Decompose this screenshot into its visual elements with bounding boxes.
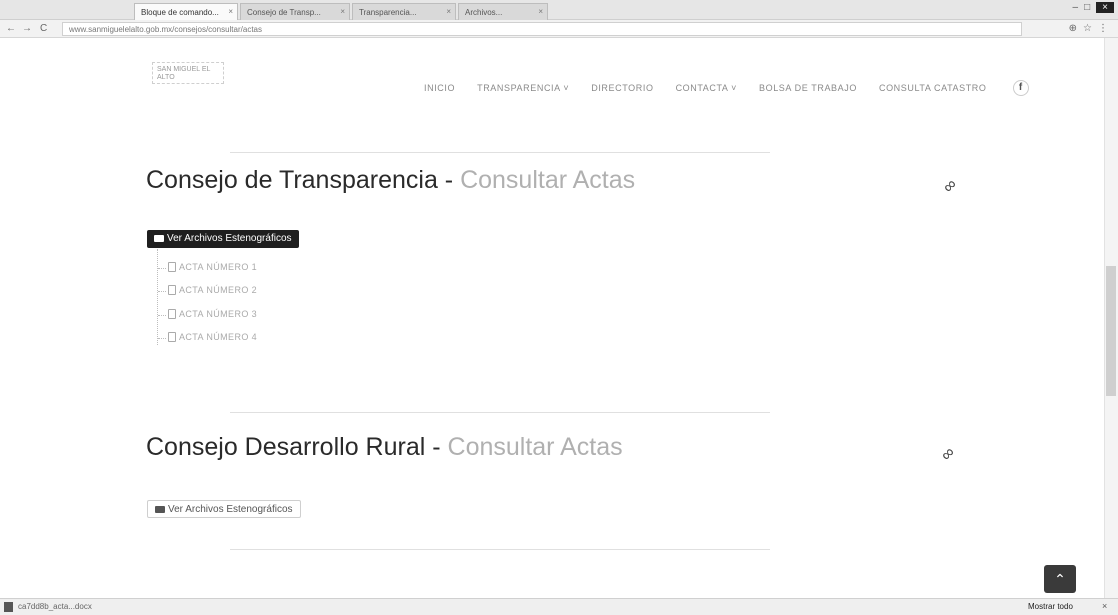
- tab-title: Transparencia...: [359, 8, 417, 17]
- bookmark-star-icon[interactable]: ☆: [1083, 23, 1092, 34]
- tab-close-icon[interactable]: ×: [340, 7, 345, 16]
- zoom-icon[interactable]: ⊕: [1069, 23, 1077, 34]
- divider: [230, 152, 770, 153]
- close-icon[interactable]: ×: [1102, 601, 1107, 611]
- minimize-icon[interactable]: –: [1073, 2, 1079, 13]
- document-icon: [168, 332, 176, 342]
- window-controls: – □ ×: [1073, 2, 1114, 13]
- file-icon: [4, 602, 13, 612]
- divider: [230, 549, 770, 550]
- back-icon[interactable]: ←: [6, 23, 16, 34]
- document-icon: [168, 309, 176, 319]
- section-title-transparencia: Consejo de Transparencia - Consultar Act…: [146, 166, 635, 195]
- folder-ver-archivos-estenograficos[interactable]: Ver Archivos Estenográficos: [147, 500, 301, 518]
- menu-icon[interactable]: ⋮: [1098, 23, 1108, 34]
- reload-icon[interactable]: C: [40, 23, 47, 34]
- link-icon[interactable]: ∞: [937, 443, 960, 466]
- acta-tree: ACTA NÚMERO 1 ACTA NÚMERO 2 ACTA NÚMERO …: [157, 249, 357, 345]
- tab-close-icon[interactable]: ×: [446, 7, 451, 16]
- page-scrollbar[interactable]: [1104, 38, 1118, 598]
- nav-item-contacta[interactable]: CONTACTA ˅: [676, 83, 737, 93]
- address-bar: ← → C www.sanmiguelelalto.gob.mx/consejo…: [0, 20, 1118, 38]
- site-nav: INICIO TRANSPARENCIA ˅ DIRECTORIO CONTAC…: [424, 80, 1029, 96]
- nav-item-transparencia[interactable]: TRANSPARENCIA ˅: [477, 83, 569, 93]
- nav-item-directorio[interactable]: DIRECTORIO: [591, 83, 653, 93]
- folder-icon: [155, 506, 165, 513]
- facebook-icon[interactable]: f: [1012, 80, 1029, 96]
- address-bar-icons: ⊕ ☆ ⋮: [1069, 23, 1108, 34]
- section-title-main: Consejo Desarrollo Rural -: [146, 433, 448, 461]
- nav-item-bolsa-de-trabajo[interactable]: BOLSA DE TRABAJO: [759, 83, 857, 93]
- section-title-subtitle: Consultar Actas: [447, 433, 623, 461]
- browser-tab[interactable]: Transparencia... ×: [352, 3, 456, 20]
- acta-label: ACTA NÚMERO 4: [179, 332, 258, 342]
- folder-label: Ver Archivos Estenográficos: [168, 504, 293, 515]
- scroll-to-top-button[interactable]: ⌃: [1044, 565, 1076, 593]
- tab-title: Bloque de comando...: [141, 8, 219, 17]
- document-icon: [168, 285, 176, 295]
- acta-label: ACTA NÚMERO 1: [179, 262, 258, 272]
- folder-ver-archivos-estenograficos[interactable]: Ver Archivos Estenográficos: [147, 230, 299, 248]
- browser-tab[interactable]: Consejo de Transp... ×: [240, 3, 350, 20]
- folder-label: Ver Archivos Estenográficos: [167, 233, 292, 244]
- url-input[interactable]: www.sanmiguelelalto.gob.mx/consejos/cons…: [62, 22, 1022, 36]
- tab-title: Archivos...: [465, 8, 503, 17]
- document-icon: [168, 262, 176, 272]
- nav-item-consulta-catastro[interactable]: CONSULTA CATASTRO: [879, 83, 987, 93]
- browser-tab[interactable]: Archivos... ×: [458, 3, 548, 20]
- show-all-downloads-link[interactable]: Mostrar todo: [1028, 602, 1073, 611]
- maximize-icon[interactable]: □: [1084, 2, 1090, 13]
- scrollbar-thumb[interactable]: [1106, 266, 1116, 396]
- nav-item-inicio[interactable]: INICIO: [424, 83, 455, 93]
- tab-close-icon[interactable]: ×: [228, 7, 233, 16]
- forward-icon[interactable]: →: [22, 23, 32, 34]
- divider: [230, 412, 770, 413]
- site-logo[interactable]: SAN MIGUEL EL ALTO: [152, 62, 224, 84]
- downloads-bar: ca7dd8b_acta...docx Mostrar todo ×: [0, 598, 1118, 615]
- acta-label: ACTA NÚMERO 3: [179, 309, 258, 319]
- chevron-up-icon: ⌃: [1054, 571, 1066, 587]
- acta-label: ACTA NÚMERO 2: [179, 285, 258, 295]
- browser-tab-bar: Bloque de comando... × Consejo de Transp…: [0, 0, 1118, 20]
- section-title-desarrollo-rural: Consejo Desarrollo Rural - Consultar Act…: [146, 433, 623, 462]
- logo-text: SAN MIGUEL EL ALTO: [157, 66, 211, 81]
- tab-close-icon[interactable]: ×: [538, 7, 543, 16]
- folder-icon: [154, 235, 164, 242]
- download-file-name[interactable]: ca7dd8b_acta...docx: [18, 602, 92, 611]
- link-icon[interactable]: ∞: [939, 175, 962, 198]
- section-title-subtitle: Consultar Actas: [460, 166, 636, 194]
- section-title-main: Consejo de Transparencia -: [146, 166, 461, 194]
- window-close-icon[interactable]: ×: [1096, 2, 1114, 13]
- tab-title: Consejo de Transp...: [247, 8, 321, 17]
- browser-tab-active[interactable]: Bloque de comando... ×: [134, 3, 238, 20]
